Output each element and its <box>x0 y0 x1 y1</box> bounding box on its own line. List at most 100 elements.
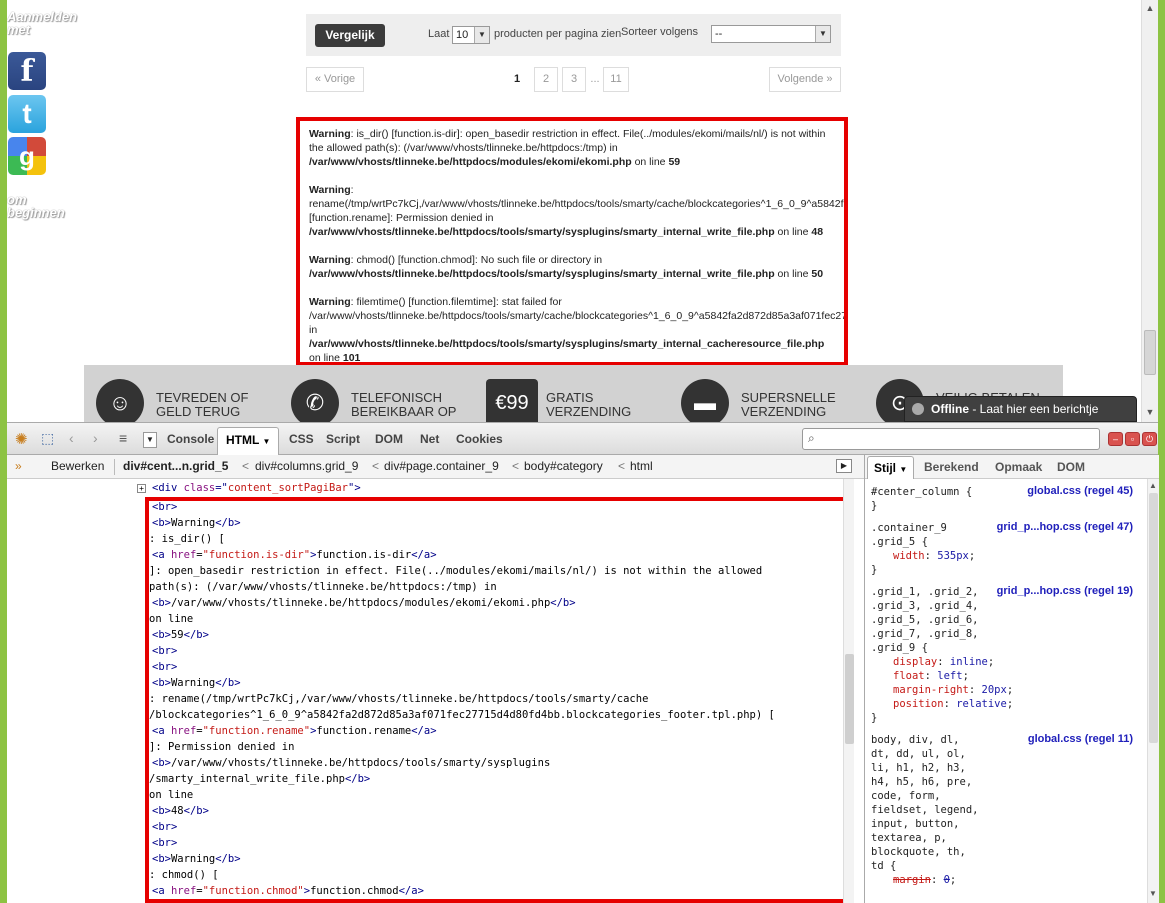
close-icon[interactable]: ⏻ <box>1142 432 1157 446</box>
css-selector: blockquote, th, <box>871 846 966 858</box>
facebook-icon[interactable]: f <box>8 52 46 90</box>
warning-item: Warning: filemtime() [function.filemtime… <box>309 296 848 364</box>
css-selector: code, form, <box>871 790 941 802</box>
per-page-suffix: producten per pagina zien <box>494 28 622 40</box>
css-property[interactable]: position: relative; <box>893 697 1013 711</box>
tab-html[interactable]: HTML ▼ <box>217 427 280 455</box>
pagination: « Vorige 1 2 3 ... 11 Volgende » <box>306 67 841 93</box>
show-label: Laat <box>428 28 450 40</box>
compare-button[interactable]: Vergelijk <box>315 24 385 47</box>
social-start-text: om beginnen <box>7 192 65 220</box>
css-selector: fieldset, legend, <box>871 804 979 816</box>
breadcrumb-item[interactable]: div#columns.grid_9 <box>255 455 358 477</box>
twitter-icon[interactable]: t <box>8 95 46 133</box>
css-rules: #center_column { global.css (regel 45)} .c… <box>865 479 1147 903</box>
panel-dropdown-icon[interactable]: ▼ <box>143 432 157 448</box>
breadcrumb-sep: < <box>372 459 380 473</box>
firebug-search-input[interactable]: ⌕ <box>802 428 1100 450</box>
tab-script[interactable]: Script <box>326 432 360 446</box>
css-property[interactable]: width: 535px; <box>893 549 975 563</box>
usp-line1: TELEFONISCH <box>351 390 443 405</box>
back-icon[interactable]: ‹ <box>69 430 74 446</box>
breadcrumb-sep: < <box>512 459 520 473</box>
css-source-link[interactable]: global.css (regel 45) <box>1027 485 1133 497</box>
page-ellipsis: ... <box>590 73 600 85</box>
scroll-thumb[interactable] <box>845 654 854 744</box>
breadcrumb-sep: < <box>242 459 250 473</box>
edit-button[interactable]: Bewerken <box>51 455 104 477</box>
style-side-panel: Stijl ▼ Berekend Opmaak DOM #center_colu… <box>864 455 1159 903</box>
chevron-down-icon: ▼ <box>899 465 908 474</box>
tab-net[interactable]: Net <box>420 432 439 446</box>
tab-css[interactable]: CSS <box>289 432 314 446</box>
css-selector: body, div, dl, <box>871 734 960 746</box>
css-source-link[interactable]: global.css (regel 11) <box>1028 733 1133 745</box>
tab-style[interactable]: Stijl ▼ <box>867 456 915 479</box>
tab-console[interactable]: Console <box>167 432 214 446</box>
html-scrollbar[interactable] <box>843 479 854 903</box>
inspect-icon[interactable]: ⬚ <box>41 430 54 447</box>
euro-99-icon: €99 <box>486 379 538 422</box>
css-source-link[interactable]: grid_p...hop.css (regel 19) <box>997 585 1133 597</box>
breadcrumb-icon[interactable]: » <box>15 455 22 477</box>
usp-line2: VERZENDING <box>546 404 632 419</box>
google-icon[interactable]: g <box>8 137 46 175</box>
page-scrollbar[interactable]: ▲ ▼ <box>1141 0 1158 422</box>
breadcrumb-item[interactable]: div#page.container_9 <box>384 455 499 477</box>
highlight-box <box>145 497 853 903</box>
page-11[interactable]: 11 <box>603 67 629 92</box>
css-property[interactable]: margin: 0; <box>893 873 956 887</box>
css-property[interactable]: float: left; <box>893 669 969 683</box>
page-3[interactable]: 3 <box>562 67 586 92</box>
page-2[interactable]: 2 <box>534 67 558 92</box>
tab-layout[interactable]: Opmaak <box>995 460 1042 474</box>
css-close: } <box>871 712 878 724</box>
css-close: } <box>871 564 878 576</box>
forward-icon[interactable]: › <box>93 430 98 446</box>
scroll-down-icon[interactable]: ▼ <box>1142 404 1158 420</box>
sort-select[interactable]: -- ▼ <box>711 25 831 43</box>
side-tabs: Stijl ▼ Berekend Opmaak DOM <box>865 455 1159 479</box>
minimize-icon[interactable]: – <box>1108 432 1123 446</box>
css-property[interactable]: display: inline; <box>893 655 994 669</box>
menu-icon[interactable]: ≡ <box>119 430 127 446</box>
breadcrumb-item[interactable]: html <box>630 455 653 477</box>
side-scrollbar[interactable]: ▲ ▼ <box>1147 479 1159 903</box>
tab-computed[interactable]: Berekend <box>924 460 979 474</box>
css-close: } <box>871 500 878 512</box>
scroll-up-icon[interactable]: ▲ <box>1149 481 1157 490</box>
css-selector: #center_column { <box>871 486 973 498</box>
expand-icon[interactable]: + <box>137 484 146 493</box>
tab-cookies[interactable]: Cookies <box>456 432 503 446</box>
css-property[interactable]: margin-right: 20px; <box>893 683 1013 697</box>
breadcrumb-item[interactable]: div#cent...n.grid_5 <box>123 455 228 477</box>
per-page-select[interactable]: 10 ▼ <box>452 26 490 44</box>
page-1[interactable]: 1 <box>506 67 528 92</box>
chat-widget[interactable]: Offline - Laat hier een berichtje <box>904 396 1137 422</box>
css-source-link[interactable]: grid_p...hop.css (regel 47) <box>997 521 1133 533</box>
css-selector: .grid_5 { <box>871 536 928 548</box>
tab-dom[interactable]: DOM <box>375 432 403 446</box>
breadcrumb-item[interactable]: body#category <box>524 455 603 477</box>
css-selector: .grid_1, .grid_2, <box>871 586 979 598</box>
social-login-text: Aanmelden met <box>7 9 78 37</box>
scroll-down-icon[interactable]: ▼ <box>1149 889 1157 898</box>
scroll-up-icon[interactable]: ▲ <box>1142 0 1158 16</box>
sort-label: Sorteer volgens <box>621 26 699 38</box>
webpage-viewport: Aanmelden met f t g om beginnen Vergelij… <box>7 0 1158 422</box>
toggle-side-panel-icon[interactable]: ▶ <box>836 459 852 473</box>
scroll-thumb[interactable] <box>1144 330 1156 375</box>
smiley-icon: ☺ <box>96 379 144 422</box>
product-sort-toolbar: Vergelijk Laat 10 ▼ producten per pagina… <box>306 14 841 56</box>
next-page-button[interactable]: Volgende » <box>769 67 841 92</box>
tab-side-dom[interactable]: DOM <box>1057 460 1085 474</box>
tree-node-div[interactable]: + <div class="content_sortPagiBar"> <box>137 481 361 495</box>
detach-icon[interactable]: ▫ <box>1125 432 1140 446</box>
css-selector: .container_9 <box>871 522 947 534</box>
prev-page-button[interactable]: « Vorige <box>306 67 364 92</box>
chevron-down-icon: ▼ <box>262 437 271 446</box>
css-selector: input, button, <box>871 818 960 830</box>
usp-line2: BEREIKBAAR OP <box>351 404 457 419</box>
scroll-thumb[interactable] <box>1149 493 1158 743</box>
firebug-bug-icon[interactable]: ✺ <box>15 430 28 448</box>
